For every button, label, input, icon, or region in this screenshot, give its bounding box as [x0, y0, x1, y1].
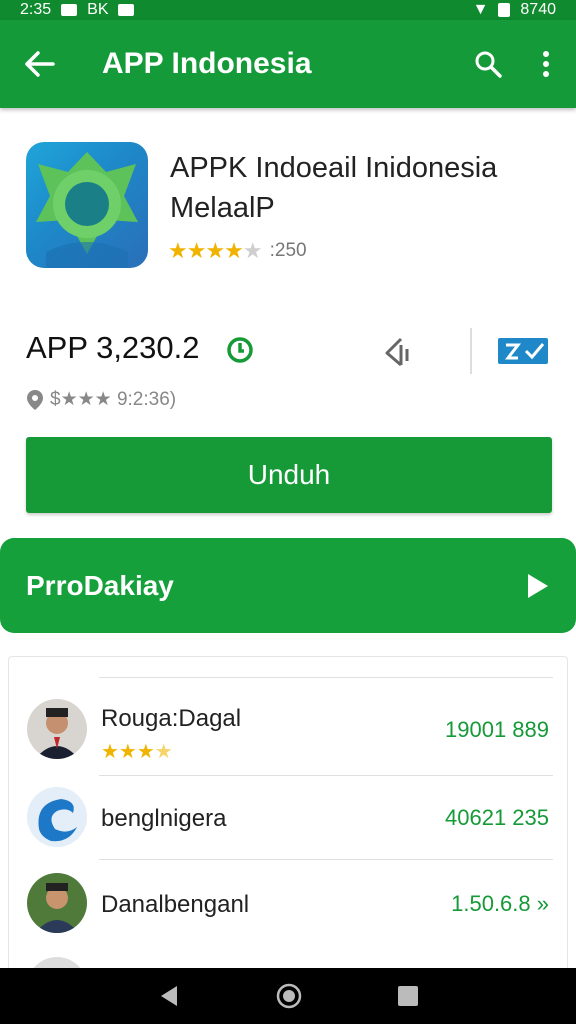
price-row: APP 3,230.2 — [0, 322, 576, 382]
status-bar: 2:35 BK ▼ 8740 — [0, 0, 576, 20]
app-rating: ★★★★★ :250 — [168, 238, 307, 264]
app-logo-icon — [36, 152, 138, 268]
edit-icon — [118, 4, 135, 16]
verified-badge-icon — [227, 337, 253, 363]
list-item[interactable]: Danalbenganl 1.50.6.8 » — [9, 871, 569, 941]
notification-icon — [61, 4, 78, 16]
item-value: 40621 235 — [445, 805, 549, 830]
meta-row: $★★★ 9:2:36) — [26, 388, 176, 411]
nav-recents-icon[interactable] — [397, 985, 419, 1007]
app-name: APPK Indoeail Inidonesia MelaalP — [170, 152, 498, 224]
item-value: 1.50.6.8 » — [451, 891, 549, 916]
avatar — [27, 873, 87, 933]
app-bar: APP Indonesia — [0, 20, 576, 108]
item-stars: ★★★★ — [101, 741, 173, 763]
list-divider — [99, 859, 553, 860]
list-divider — [99, 677, 553, 678]
app-header: APPK Indoeail Inidonesia MelaalP ★★★★★ :… — [0, 120, 576, 290]
battery-icon — [498, 3, 511, 17]
developer-list: Rouga:Dagal ★★★★ 19001 889 benglnigera 4… — [8, 656, 569, 1017]
wifi-icon: ▼ — [472, 1, 489, 18]
play-arrow-icon — [528, 573, 548, 598]
back-button[interactable] — [0, 20, 80, 108]
status-left-text: BK — [87, 1, 109, 18]
app-bar-title: APP Indonesia — [102, 47, 312, 80]
item-name: Danalbenganl — [101, 891, 250, 918]
app-icon[interactable] — [26, 142, 148, 268]
app-price: APP 3,230.2 — [26, 330, 200, 365]
promo-label: PrroDakiay — [26, 569, 174, 601]
item-name: benglnigera — [101, 805, 227, 832]
location-pin-icon — [27, 389, 43, 410]
avatar — [27, 787, 87, 847]
search-button[interactable] — [460, 20, 516, 108]
status-right-text: 8740 — [520, 1, 556, 18]
nav-back-icon[interactable] — [157, 984, 181, 1008]
meta-text: $★★★ 9:2:36) — [50, 389, 177, 410]
wishlist-icon[interactable] — [496, 334, 550, 368]
share-button[interactable] — [378, 332, 418, 372]
divider — [470, 328, 472, 374]
more-vertical-icon — [543, 51, 549, 77]
arrow-left-icon — [25, 51, 55, 77]
search-icon — [475, 51, 502, 78]
avatar — [27, 699, 87, 759]
install-button[interactable]: Unduh — [26, 437, 552, 513]
list-item[interactable]: Rouga:Dagal ★★★★ 19001 889 — [9, 697, 569, 767]
rating-stars: ★★★★★ — [168, 238, 263, 263]
list-divider — [99, 775, 553, 776]
status-time: 2:35 — [20, 1, 52, 18]
item-value: 19001 889 — [445, 717, 549, 742]
item-name: Rouga:Dagal — [101, 705, 242, 732]
nav-home-icon[interactable] — [276, 983, 302, 1009]
overflow-menu-button[interactable] — [516, 20, 576, 108]
share-icon — [385, 337, 409, 367]
list-item[interactable]: benglnigera 40621 235 — [9, 785, 569, 855]
rating-count: :250 — [269, 240, 307, 261]
promo-bar[interactable]: PrroDakiay — [0, 538, 576, 633]
system-nav-bar — [0, 968, 576, 1024]
